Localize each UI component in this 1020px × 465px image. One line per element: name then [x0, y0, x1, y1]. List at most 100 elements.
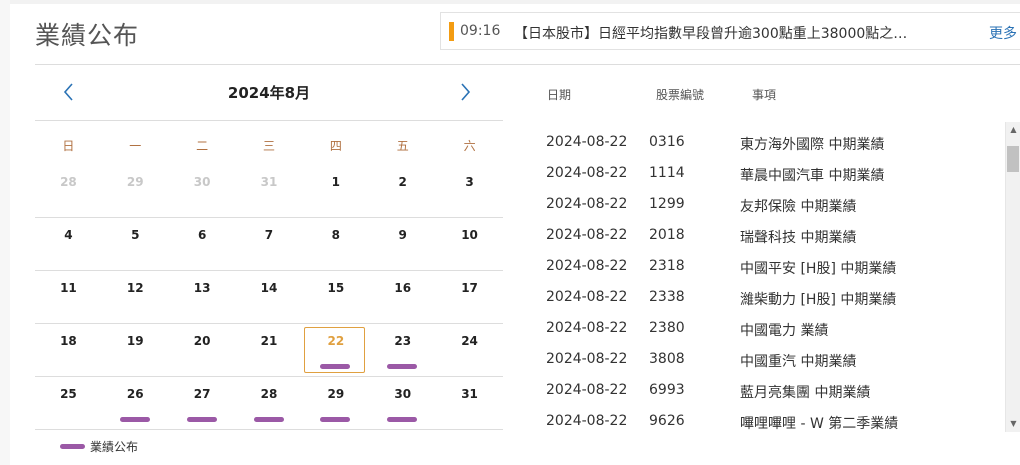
- cell-stock-code[interactable]: 0316: [649, 134, 685, 150]
- calendar-day[interactable]: 16: [369, 271, 436, 324]
- cell-stock-code[interactable]: 1299: [649, 196, 685, 212]
- day-number: 3: [465, 175, 474, 189]
- day-number: 6: [197, 228, 207, 242]
- scroll-up-icon[interactable]: ▲: [1006, 122, 1020, 138]
- calendar-day[interactable]: 27: [169, 377, 236, 430]
- day-number: 11: [60, 281, 77, 295]
- calendar-day[interactable]: 10: [436, 218, 503, 271]
- calendar-day[interactable]: 7: [236, 218, 303, 271]
- calendar-day[interactable]: 6: [169, 218, 236, 271]
- table-row[interactable]: 2024-08-22 1299 友邦保險 中期業績: [530, 190, 1005, 221]
- calendar-day[interactable]: 12: [102, 271, 169, 324]
- weekday-label: 四: [329, 139, 342, 153]
- weekday-label: 五: [396, 139, 409, 153]
- calendar-day[interactable]: 26: [102, 377, 169, 430]
- calendar-day[interactable]: 28: [35, 165, 102, 218]
- calendar-day[interactable]: 24: [436, 324, 503, 377]
- vertical-scrollbar[interactable]: ▲ ▼: [1005, 122, 1020, 432]
- calendar-day[interactable]: 2: [369, 165, 436, 218]
- calendar-day[interactable]: 21: [236, 324, 303, 377]
- calendar-day[interactable]: 5: [102, 218, 169, 271]
- table-row[interactable]: 2024-08-22 2018 瑞聲科技 中期業績: [530, 221, 1005, 252]
- calendar-day[interactable]: 18: [35, 324, 102, 377]
- table-row[interactable]: 2024-08-22 2380 中國電力 業績: [530, 314, 1005, 345]
- calendar-day[interactable]: 20: [169, 324, 236, 377]
- cell-stock-code[interactable]: 2318: [649, 258, 685, 274]
- cell-event: 東方海外國際 中期業績: [740, 137, 885, 153]
- day-number: 25: [60, 387, 77, 401]
- day-number: 27: [193, 387, 211, 401]
- calendar-week-row: 4 5 6 7 8 9 10: [35, 218, 503, 271]
- column-header-code[interactable]: 股票編號: [656, 86, 704, 103]
- cell-stock-code[interactable]: 6993: [649, 382, 685, 398]
- calendar-day[interactable]: 28: [236, 377, 303, 430]
- calendar-day[interactable]: 29: [102, 165, 169, 218]
- day-number: 5: [131, 228, 140, 242]
- column-header-event[interactable]: 事項: [752, 86, 776, 103]
- day-number: 13: [193, 281, 211, 295]
- calendar-day[interactable]: 9: [369, 218, 436, 271]
- cell-stock-code[interactable]: 1114: [649, 165, 685, 181]
- calendar-day[interactable]: 30: [169, 165, 236, 218]
- day-number: 29: [327, 387, 345, 401]
- results-event-marker: [119, 417, 150, 422]
- cell-stock-code[interactable]: 3808: [649, 351, 685, 367]
- news-ticker[interactable]: 09:16 【日本股市】日經平均指數早段曾升逾300點重上38000點之上 日經…: [440, 12, 1020, 50]
- calendar-day[interactable]: 29: [302, 377, 369, 430]
- calendar-week-row: 11 12 13 14 15 16 17: [35, 271, 503, 324]
- scroll-thumb[interactable]: [1007, 146, 1019, 172]
- table-row[interactable]: 2024-08-22 1114 華晨中國汽車 中期業績: [530, 159, 1005, 190]
- calendar-day[interactable]: 4: [35, 218, 102, 271]
- table-row[interactable]: 2024-08-22 2318 中國平安 [H股] 中期業績: [530, 252, 1005, 283]
- calendar-day[interactable]: 15: [302, 271, 369, 324]
- day-number: 2: [398, 175, 407, 189]
- cell-stock-code[interactable]: 2338: [649, 289, 685, 305]
- calendar-day[interactable]: 25: [35, 377, 102, 430]
- calendar-day[interactable]: 31: [436, 377, 503, 430]
- results-event-marker: [387, 417, 418, 422]
- more-news-link[interactable]: 更多: [989, 23, 1017, 43]
- legend-swatch: [60, 444, 85, 449]
- table-row[interactable]: 2024-08-22 0316 東方海外國際 中期業績: [530, 128, 1005, 159]
- ticker-headline[interactable]: 【日本股市】日經平均指數早段曾升逾300點重上38000點之上 日經...: [514, 23, 914, 43]
- calendar-day[interactable]: 14: [236, 271, 303, 324]
- calendar-divider: [35, 120, 503, 121]
- day-number: 30: [193, 175, 211, 189]
- results-event-marker: [320, 364, 351, 369]
- day-number: 19: [126, 334, 144, 348]
- calendar-day[interactable]: 31: [236, 165, 303, 218]
- calendar-day[interactable]: 1: [302, 165, 369, 218]
- cell-event: 藍月亮集團 中期業績: [740, 385, 871, 401]
- calendar-day[interactable]: 11: [35, 271, 102, 324]
- cell-date: 2024-08-22: [546, 320, 628, 336]
- calendar-day[interactable]: 8: [302, 218, 369, 271]
- cell-date: 2024-08-22: [546, 382, 628, 398]
- cell-date: 2024-08-22: [546, 289, 628, 305]
- day-number: 30: [394, 387, 412, 401]
- table-row[interactable]: 2024-08-22 9626 嗶哩嗶哩 - W 第二季業績: [530, 407, 1005, 438]
- calendar-day[interactable]: 13: [169, 271, 236, 324]
- calendar-day[interactable]: 23: [369, 324, 436, 377]
- top-border: [0, 0, 1020, 4]
- table-row[interactable]: 2024-08-22 6993 藍月亮集團 中期業績: [530, 376, 1005, 407]
- cell-event: 中國電力 業績: [740, 323, 829, 339]
- day-number: 8: [331, 228, 341, 242]
- table-row[interactable]: 2024-08-22 3808 中國重汽 中期業績: [530, 345, 1005, 376]
- cell-event: 友邦保險 中期業績: [740, 199, 857, 215]
- table-row[interactable]: 2024-08-22 2338 濰柴動力 [H股] 中期業績: [530, 283, 1005, 314]
- scroll-down-icon[interactable]: ▼: [1006, 416, 1020, 432]
- day-number: 21: [260, 334, 278, 348]
- column-header-date[interactable]: 日期: [547, 86, 571, 103]
- chevron-right-icon[interactable]: [453, 79, 477, 105]
- cell-stock-code[interactable]: 2018: [649, 227, 685, 243]
- legend: 業績公布: [60, 438, 138, 455]
- calendar-day-selected[interactable]: 22: [302, 324, 369, 377]
- calendar-day[interactable]: 3: [436, 165, 503, 218]
- calendar-day[interactable]: 19: [102, 324, 169, 377]
- cell-event: 中國平安 [H股] 中期業績: [740, 261, 897, 277]
- calendar-day[interactable]: 30: [369, 377, 436, 430]
- cell-stock-code[interactable]: 9626: [649, 413, 685, 429]
- cell-stock-code[interactable]: 2380: [649, 320, 685, 336]
- cell-date: 2024-08-22: [546, 227, 628, 243]
- calendar-day[interactable]: 17: [436, 271, 503, 324]
